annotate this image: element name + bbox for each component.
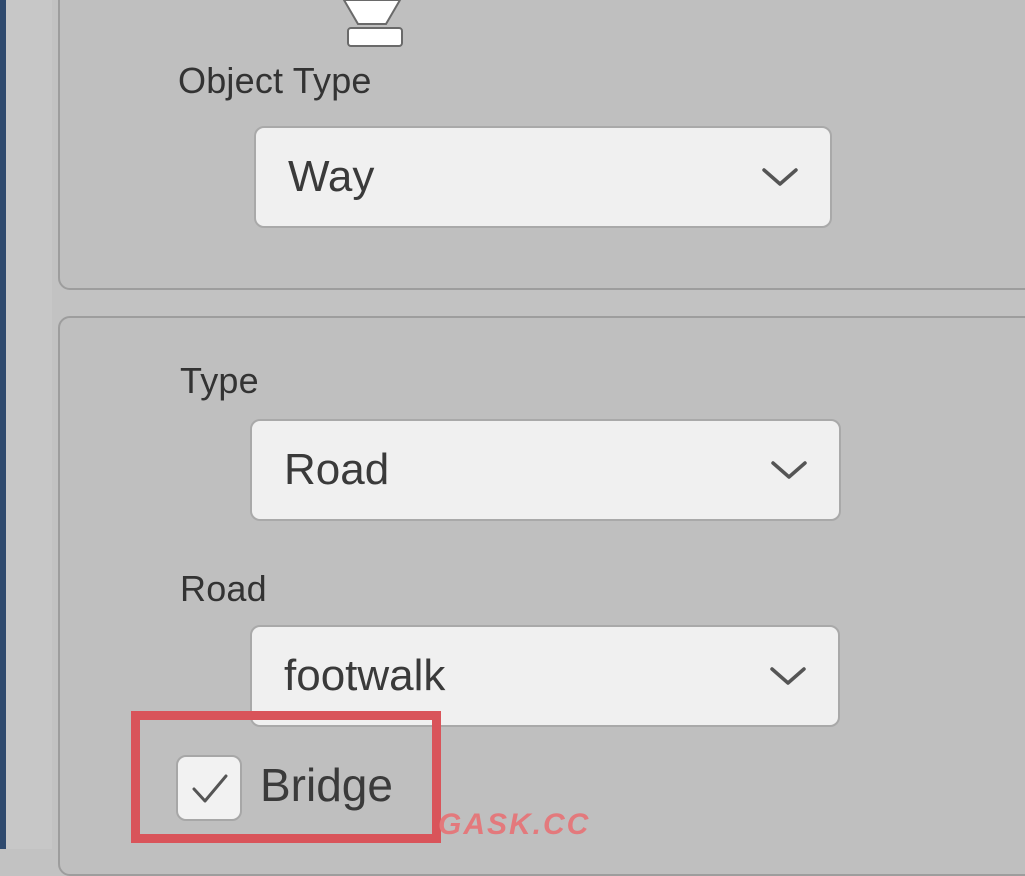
road-label: Road: [180, 568, 267, 609]
chevron-down-icon: [771, 461, 807, 479]
object-type-value: Way: [288, 152, 375, 201]
road-value: footwalk: [284, 651, 446, 700]
type-label: Type: [180, 360, 259, 401]
bridge-label: Bridge: [260, 759, 393, 811]
object-type-dropdown[interactable]: Way: [254, 126, 832, 228]
type-value: Road: [284, 445, 390, 494]
chevron-down-icon: [770, 667, 806, 685]
bridge-checkbox[interactable]: [176, 755, 242, 821]
watermark: GASK.CC: [438, 808, 591, 841]
checkmark-icon: [192, 774, 228, 803]
left-gutter: [6, 0, 52, 849]
object-type-label: Object Type: [178, 60, 372, 101]
chevron-down-icon: [762, 168, 798, 186]
type-dropdown[interactable]: Road: [250, 419, 841, 521]
pin-handle-icon: [342, 0, 403, 47]
